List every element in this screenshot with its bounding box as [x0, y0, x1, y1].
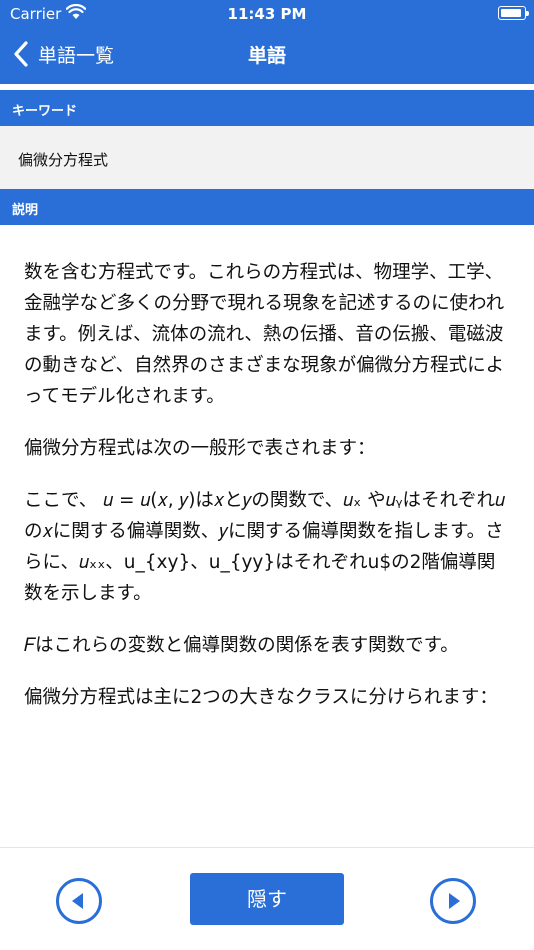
description-paragraph: 偏微分方程式は次の一般形で表されます：	[24, 438, 376, 459]
hide-button[interactable]: 隠す	[190, 873, 344, 925]
arrow-left-circle-icon	[72, 893, 83, 909]
back-button[interactable]: 単語一覧	[12, 38, 114, 70]
navigation-bar: 単語一覧 単語	[0, 30, 534, 78]
next-word-button[interactable]	[430, 878, 476, 924]
keyword-section-label: キーワード	[0, 90, 534, 126]
header: Carrier 11:43 PM 単語一覧 単語	[0, 0, 534, 84]
description-section-label: 説明	[0, 189, 534, 225]
previous-word-button[interactable]	[56, 878, 102, 924]
description-paragraph: ここで、 𝑢 = 𝑢(𝑥, 𝑦)は𝑥と𝑦の関数で、𝑢ₓ や𝑢ᵧはそれぞれ𝑢の𝑥に…	[24, 490, 505, 604]
keyword-value: 偏微分方程式	[0, 126, 534, 189]
status-bar: Carrier 11:43 PM	[0, 0, 534, 28]
description-paragraph: 数を含む方程式です。これらの方程式は、物理学、工学、金融学など多くの分野で現れる…	[24, 262, 505, 407]
arrow-right-circle-icon	[449, 893, 460, 909]
battery-icon	[498, 6, 529, 20]
chevron-left-icon	[14, 41, 28, 67]
description-paragraph: 偏微分方程式は主に2つの大きなクラスに分けられます：	[24, 687, 498, 708]
description-body[interactable]: 数を含む方程式です。これらの方程式は、物理学、工学、金融学など多くの分野で現れる…	[0, 225, 534, 847]
description-paragraph: 𝐹はこれらの変数と偏導関数の関係を表す関数です。	[24, 635, 459, 656]
clock: 11:43 PM	[227, 5, 307, 23]
bottom-toolbar: 隠す	[0, 847, 534, 950]
back-button-label: 単語一覧	[38, 44, 115, 67]
